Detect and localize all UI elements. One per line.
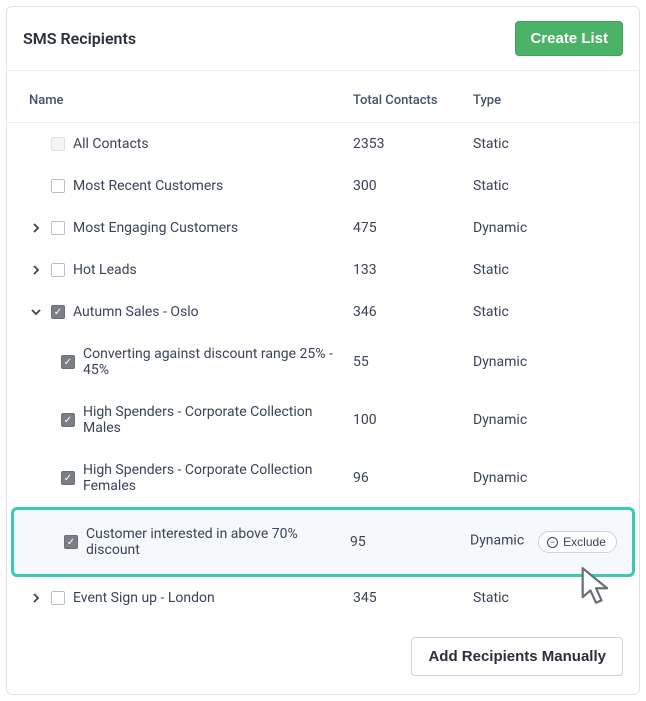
cell-total: 346 <box>353 304 473 320</box>
type-label: Static <box>473 178 509 194</box>
cell-name: Most Engaging Customers <box>23 220 353 236</box>
table-header: Name Total Contacts Type <box>7 71 639 123</box>
exclude-label: Exclude <box>563 535 606 549</box>
card-footer: Add Recipients Manually <box>7 619 639 694</box>
card-title: SMS Recipients <box>23 29 136 48</box>
cell-name: ✓ High Spenders - Corporate Collection Ma… <box>23 404 353 436</box>
cell-total: 475 <box>353 220 473 236</box>
col-header-type: Type <box>473 93 623 108</box>
cell-type: Dynamic <box>473 412 623 428</box>
row-name-label: High Spenders - Corporate Collection Mal… <box>83 404 353 436</box>
create-list-button[interactable]: Create List <box>515 21 623 56</box>
cell-total: 55 <box>353 354 473 370</box>
cell-name: ✓ Customer interested in above 70% discou… <box>26 526 350 558</box>
minus-circle-icon: − <box>547 537 558 548</box>
table-row: ✓ High Spenders - Corporate Collection Fe… <box>7 449 639 507</box>
cell-total: 133 <box>353 262 473 278</box>
cell-type: Static <box>473 590 623 606</box>
cell-name: Event Sign up - London <box>23 590 353 606</box>
cell-name: ✓ Autumn Sales - Oslo <box>23 304 353 320</box>
row-checkbox[interactable]: ✓ <box>51 305 65 319</box>
row-name-label: Most Recent Customers <box>73 178 223 194</box>
col-header-total: Total Contacts <box>353 93 473 108</box>
row-checkbox[interactable]: ✓ <box>61 355 75 369</box>
table-row: ✓ Customer interested in above 70% discou… <box>11 507 635 577</box>
cell-type: Static <box>473 262 623 278</box>
table-row: ✓ Converting against discount range 25% -… <box>7 333 639 391</box>
row-checkbox[interactable] <box>51 221 65 235</box>
row-name-label: All Contacts <box>73 136 149 152</box>
table-row: All Contacts 2353Static <box>7 123 639 165</box>
type-label: Dynamic <box>473 354 527 370</box>
type-label: Static <box>473 262 509 278</box>
row-name-label: Customer interested in above 70% discoun… <box>86 526 350 558</box>
cell-type: Static <box>473 136 623 152</box>
row-checkbox[interactable]: ✓ <box>61 413 75 427</box>
cell-type: Dynamic <box>473 220 623 236</box>
cell-name: ✓ Converting against discount range 25% -… <box>23 346 353 378</box>
table-row: ✓ Autumn Sales - Oslo 346Static <box>7 291 639 333</box>
chevron-right-icon[interactable] <box>29 263 43 277</box>
row-name-label: Most Engaging Customers <box>73 220 238 236</box>
col-header-name: Name <box>23 93 353 108</box>
type-label: Static <box>473 590 509 606</box>
row-name-label: High Spenders - Corporate Collection Fem… <box>83 462 353 494</box>
type-label: Dynamic <box>470 533 524 549</box>
table-row: Most Engaging Customers 475Dynamic <box>7 207 639 249</box>
chevron-right-icon[interactable] <box>29 591 43 605</box>
cell-type: Dynamic −Exclude <box>470 531 620 553</box>
row-checkbox <box>51 137 65 151</box>
type-label: Dynamic <box>473 220 527 236</box>
cell-total: 300 <box>353 178 473 194</box>
cell-total: 2353 <box>353 136 473 152</box>
type-label: Dynamic <box>473 470 527 486</box>
cell-type: Static <box>473 178 623 194</box>
table-row: Most Recent Customers 300Static <box>7 165 639 207</box>
row-name-label: Event Sign up - London <box>73 590 215 606</box>
cell-total: 95 <box>350 534 470 550</box>
cell-type: Dynamic <box>473 354 623 370</box>
row-checkbox[interactable]: ✓ <box>61 471 75 485</box>
cell-name: Hot Leads <box>23 262 353 278</box>
recipients-table: Name Total Contacts Type All Contacts 235… <box>7 71 639 619</box>
cell-total: 100 <box>353 412 473 428</box>
chevron-down-icon[interactable] <box>29 305 43 319</box>
row-checkbox[interactable]: ✓ <box>64 535 78 549</box>
cell-name: ✓ High Spenders - Corporate Collection Fe… <box>23 462 353 494</box>
add-recipients-button[interactable]: Add Recipients Manually <box>411 637 623 676</box>
cell-name: Most Recent Customers <box>23 178 353 194</box>
type-label: Dynamic <box>473 412 527 428</box>
recipients-card: SMS Recipients Create List Name Total Co… <box>6 6 640 695</box>
card-header: SMS Recipients Create List <box>7 7 639 71</box>
row-checkbox[interactable] <box>51 591 65 605</box>
cell-type: Dynamic <box>473 470 623 486</box>
table-row: Event Sign up - London 345Static <box>7 577 639 619</box>
type-label: Static <box>473 136 509 152</box>
chevron-right-icon[interactable] <box>29 221 43 235</box>
exclude-button[interactable]: −Exclude <box>538 531 617 553</box>
row-checkbox[interactable] <box>51 263 65 277</box>
row-checkbox[interactable] <box>51 179 65 193</box>
cell-total: 345 <box>353 590 473 606</box>
cell-name: All Contacts <box>23 136 353 152</box>
row-name-label: Converting against discount range 25% - … <box>83 346 353 378</box>
row-name-label: Autumn Sales - Oslo <box>73 304 199 320</box>
table-row: ✓ High Spenders - Corporate Collection Ma… <box>7 391 639 449</box>
table-body: All Contacts2353StaticMost Recent Custom… <box>7 123 639 619</box>
table-row: Hot Leads 133Static <box>7 249 639 291</box>
cell-total: 96 <box>353 470 473 486</box>
type-label: Static <box>473 304 509 320</box>
row-name-label: Hot Leads <box>73 262 137 278</box>
cell-type: Static <box>473 304 623 320</box>
